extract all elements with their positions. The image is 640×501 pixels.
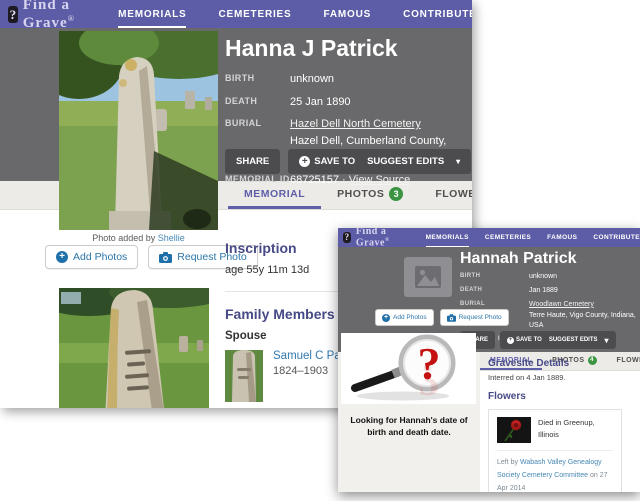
memorial-name: Hanna J Patrick	[225, 35, 467, 62]
gravestone-closeup-image	[59, 288, 209, 408]
flower-card-divider	[497, 450, 613, 451]
separator-dot: ·	[342, 174, 346, 186]
memorial-id-number: 68725157	[290, 174, 339, 186]
desktop-stage: ? Find a Grave® MEMORIALS CEMETERIES FAM…	[0, 0, 640, 501]
gravesite-details-text: Interred on 4 Jan 1889.	[488, 373, 634, 382]
suggest-edits-button[interactable]: SUGGEST EDITS	[367, 156, 444, 167]
death-label: DEATH	[225, 94, 290, 111]
save-to-label-small: SAVE TO	[516, 337, 542, 343]
brand-name-small: Find a Grave®	[356, 228, 404, 249]
photo-caption: Photo added by Shellie	[49, 233, 228, 243]
suggest-edits-button-small[interactable]: SUGGEST EDITS	[549, 337, 598, 343]
nav-cemeteries[interactable]: CEMETERIES	[218, 0, 291, 28]
birth-fact: BIRTH unknown	[225, 71, 467, 88]
birth-value: unknown	[290, 71, 334, 88]
looking-for-text: Looking for Hannah's date of birth and d…	[344, 414, 474, 439]
nav-famous[interactable]: FAMOUS	[323, 0, 371, 28]
nav-memorials[interactable]: MEMORIALS	[118, 0, 186, 28]
add-photos-button[interactable]: + Add Photos	[45, 245, 138, 269]
chevron-down-icon[interactable]: ▾	[456, 157, 460, 166]
cemetery-link-small[interactable]: Woodlawn Cemetery	[529, 301, 594, 308]
nav-contribute-small[interactable]: CONTRIBUTE	[593, 228, 640, 247]
svg-text:?: ?	[418, 355, 441, 404]
flower-card-row: Died in Greenup, Illinois	[497, 417, 613, 443]
brand-text-small: Find a Grave	[356, 228, 387, 249]
share-button[interactable]: SHARE	[225, 149, 280, 174]
save-suggest-group: + SAVE TO SUGGEST EDITS ▾	[288, 149, 471, 174]
burial-fact-small: BURIAL Woodlawn Cemetery Terre Haute, Vi…	[460, 300, 636, 333]
add-photos-button-small[interactable]: + Add Photos	[375, 309, 434, 326]
birth-value-small: unknown	[529, 272, 557, 283]
nav-items-small: MEMORIALS CEMETERIES FAMOUS CONTRIBUTE	[426, 228, 640, 247]
add-photos-label: Add Photos	[73, 251, 127, 263]
findagrave-logo-small[interactable]: ? Find a Grave®	[343, 228, 404, 249]
plus-icon-small: +	[507, 337, 514, 344]
nav-items: MEMORIALS CEMETERIES FAMOUS CONTRIBUTE	[118, 0, 472, 28]
left-by-prefix: Left by	[497, 459, 518, 466]
camera-icon-small	[447, 314, 456, 322]
plus-circle-icon-small: +	[382, 314, 390, 322]
photo-contributor-link[interactable]: Shellie	[158, 233, 185, 243]
image-placeholder-icon	[415, 266, 441, 288]
burial-value-small: Woodlawn Cemetery Terre Haute, Vigo Coun…	[529, 300, 636, 333]
brand-text: Find a Grave	[23, 0, 70, 31]
gravestone-photo[interactable]	[59, 31, 218, 230]
memorial-page-hannah: ? Find a Grave® MEMORIALS CEMETERIES FAM…	[338, 228, 640, 492]
birth-label: BIRTH	[225, 71, 290, 88]
memorial-name-small: Hannah Patrick	[460, 250, 636, 268]
birth-fact-small: BIRTH unknown	[460, 272, 636, 283]
flower-photo[interactable]	[497, 417, 531, 443]
question-mark-photo[interactable]: ? ?	[341, 333, 476, 404]
save-suggest-group-small: +SAVE TO SUGGEST EDITS ▾	[500, 331, 616, 349]
magnifier-question-image: ? ?	[341, 333, 476, 404]
flower-card: Died in Greenup, Illinois Left by Wabash…	[488, 409, 622, 492]
brand-tm-small: ®	[385, 237, 390, 243]
camera-icon	[159, 252, 172, 263]
death-value-small: Jan 1889	[529, 286, 558, 297]
photo-placeholder	[404, 257, 452, 297]
memorial-content-small: Gravesite Details Interred on 4 Jan 1889…	[488, 358, 634, 492]
nav-memorials-small[interactable]: MEMORIALS	[426, 228, 469, 247]
memorial-actions: SHARE + SAVE TO SUGGEST EDITS ▾	[225, 149, 471, 174]
burial-label-small: BURIAL	[460, 300, 529, 333]
brand-tm: ®	[68, 14, 75, 23]
save-to-button-small[interactable]: +SAVE TO	[507, 337, 542, 344]
chevron-down-icon-small[interactable]: ▾	[605, 336, 609, 345]
birth-label-small: BIRTH	[460, 272, 529, 283]
nav-cemeteries-small[interactable]: CEMETERIES	[485, 228, 531, 247]
flower-message: Died in Greenup, Illinois	[538, 417, 613, 443]
gravesite-details-title: Gravesite Details	[488, 358, 634, 369]
brand-name: Find a Grave®	[23, 0, 82, 32]
plus-circle-icon: +	[56, 251, 68, 263]
top-navbar: ? Find a Grave® MEMORIALS CEMETERIES FAM…	[0, 0, 472, 28]
rose-image	[497, 417, 531, 443]
death-fact-small: DEATH Jan 1889	[460, 286, 636, 297]
flower-left-by: Left by Wabash Valley Genealogy Society …	[497, 457, 613, 492]
findagrave-logo[interactable]: ? Find a Grave®	[8, 0, 82, 32]
findagrave-logo-icon: ?	[8, 6, 18, 23]
top-navbar-small: ? Find a Grave® MEMORIALS CEMETERIES FAM…	[338, 228, 640, 247]
findagrave-logo-icon-small: ?	[343, 232, 351, 243]
gravestone-photo-image	[59, 31, 218, 230]
memorial-actions-small: SHARE +SAVE TO SUGGEST EDITS ▾	[460, 331, 616, 349]
death-value: 25 Jan 1890	[290, 94, 351, 111]
save-to-label: SAVE TO	[314, 156, 355, 167]
burial-location-small: Terre Haute, Vigo County, Indiana, USA	[529, 312, 636, 330]
flowers-title-small: Flowers	[488, 391, 634, 402]
death-label-small: DEATH	[460, 286, 529, 297]
cemetery-link[interactable]: Hazel Dell North Cemetery	[290, 118, 421, 130]
nav-famous-small[interactable]: FAMOUS	[547, 228, 577, 247]
death-fact: DEATH 25 Jan 1890	[225, 94, 467, 111]
add-photos-label-small: Add Photos	[393, 314, 427, 321]
spouse-photo-thumb[interactable]	[225, 350, 263, 402]
plus-icon: +	[299, 156, 310, 167]
photo-caption-text: Photo added by	[92, 233, 155, 243]
spouse-thumb-image	[225, 350, 263, 402]
view-source-link[interactable]: View Source	[349, 174, 411, 186]
nav-contribute[interactable]: CONTRIBUTE	[403, 0, 472, 28]
gravestone-closeup-photo[interactable]	[59, 288, 209, 408]
save-to-button[interactable]: + SAVE TO	[299, 156, 355, 167]
